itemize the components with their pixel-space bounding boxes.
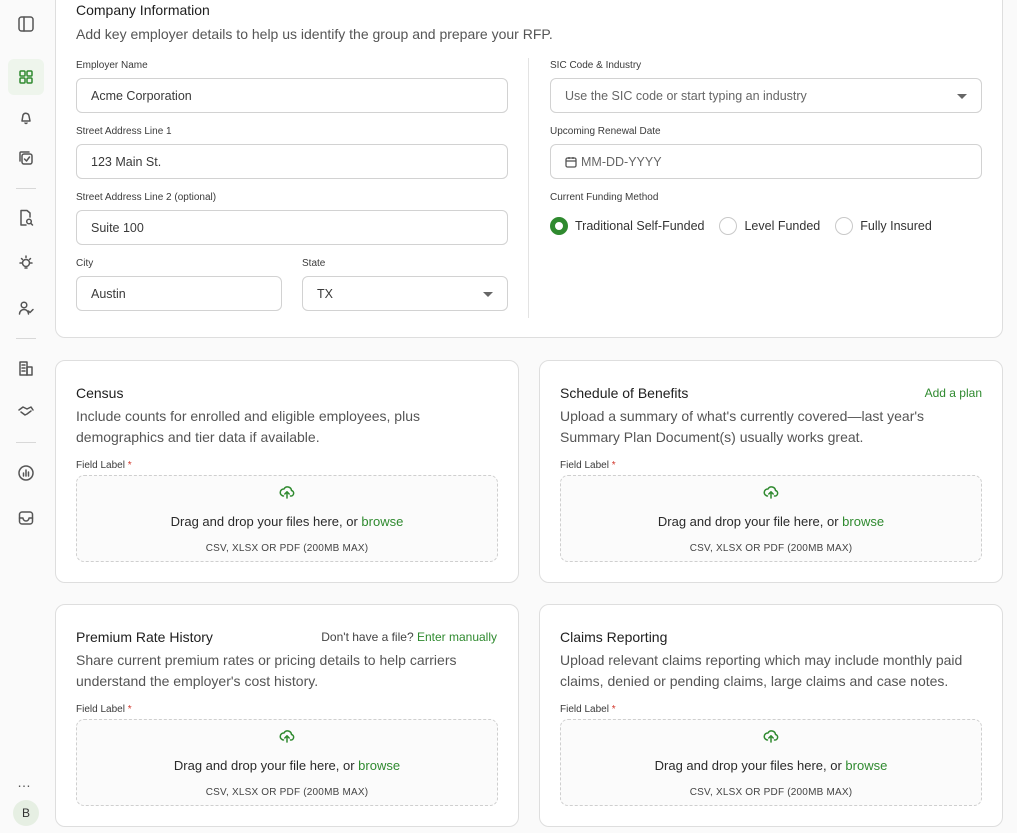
census-dropzone[interactable]: Drag and drop your files here, or browse… — [76, 475, 498, 562]
radio-traditional-self-funded[interactable]: Traditional Self-Funded — [550, 217, 704, 235]
enter-manually-prompt: Don't have a file? Enter manually — [321, 630, 497, 644]
company-information-description: Add key employer details to help us iden… — [76, 26, 553, 42]
census-file-hint: CSV, XLSX OR PDF (200MB MAX) — [205, 543, 369, 554]
funding-method-radio-group: Traditional Self-Funded Level Funded Ful… — [550, 217, 947, 235]
schedule-of-benefits-title: Schedule of Benefits — [560, 385, 689, 401]
sidebar: … B — [0, 0, 52, 833]
street-address-2-label: Street Address Line 2 (optional) — [76, 192, 217, 203]
street-address-1-label: Street Address Line 1 — [76, 126, 172, 137]
census-title: Census — [76, 385, 124, 401]
avatar[interactable]: B — [13, 800, 39, 826]
tasks-icon[interactable] — [8, 140, 44, 176]
upload-cloud-icon — [279, 486, 295, 499]
radio-indicator — [835, 217, 854, 235]
radio-label: Traditional Self-Funded — [575, 219, 705, 233]
radio-selected-indicator — [550, 217, 568, 235]
sic-code-label: SIC Code & Industry — [550, 60, 642, 71]
chevron-down-icon — [483, 292, 493, 297]
add-a-plan-link[interactable]: Add a plan — [925, 386, 982, 400]
chevron-down-icon — [957, 94, 967, 99]
sidebar-divider — [16, 188, 36, 189]
inbox-icon[interactable] — [8, 500, 44, 536]
browse-link[interactable]: browse — [361, 514, 403, 529]
radio-label: Fully Insured — [860, 219, 932, 233]
browse-link[interactable]: browse — [845, 758, 887, 773]
claims-reporting-title: Claims Reporting — [560, 629, 668, 645]
premium-rate-history-title: Premium Rate History — [76, 629, 213, 645]
premium-file-hint: CSV, XLSX OR PDF (200MB MAX) — [205, 787, 369, 798]
sob-field-label: Field Label * — [560, 460, 616, 471]
panel-toggle-icon[interactable] — [8, 6, 44, 42]
sidebar-divider — [16, 338, 36, 339]
sob-drop-text: Drag and drop your file here, or browse — [657, 514, 885, 529]
state-select[interactable]: TX — [302, 276, 508, 311]
claims-drop-text: Drag and drop your files here, or browse — [654, 758, 888, 773]
street-address-2-field[interactable]: Suite 100 — [76, 210, 508, 245]
employer-name-label: Employer Name — [76, 60, 148, 71]
building-icon[interactable] — [8, 350, 44, 386]
sidebar-divider — [16, 442, 36, 443]
premium-drop-text: Drag and drop your file here, or browse — [173, 758, 401, 773]
sic-code-placeholder: Use the SIC code or start typing an indu… — [565, 88, 807, 103]
radio-fully-insured[interactable]: Fully Insured — [835, 217, 932, 235]
premium-rate-history-description: Share current premium rates or pricing d… — [76, 652, 457, 689]
funding-method-label: Current Funding Method — [550, 192, 659, 203]
handshake-icon[interactable] — [8, 393, 44, 429]
upload-cloud-icon — [763, 486, 779, 499]
claims-reporting-dropzone[interactable]: Drag and drop your files here, or browse… — [560, 719, 982, 806]
lightbulb-icon[interactable] — [8, 245, 44, 281]
browse-link[interactable]: browse — [842, 514, 884, 529]
premium-rate-history-dropzone[interactable]: Drag and drop your file here, or browse … — [76, 719, 498, 806]
sic-code-select[interactable]: Use the SIC code or start typing an indu… — [550, 78, 982, 113]
radio-level-funded[interactable]: Level Funded — [719, 217, 820, 235]
state-label: State — [302, 258, 326, 269]
upload-cloud-icon — [279, 730, 295, 743]
radio-indicator — [719, 217, 738, 235]
renewal-date-placeholder: MM-DD-YYYY — [581, 154, 662, 169]
claims-reporting-description: Upload relevant claims reporting which m… — [560, 652, 963, 689]
enter-manually-link[interactable]: Enter manually — [417, 630, 497, 644]
document-search-icon[interactable] — [8, 200, 44, 236]
claims-file-hint: CSV, XLSX OR PDF (200MB MAX) — [689, 787, 853, 798]
claims-field-label: Field Label * — [560, 704, 616, 715]
dashboard-grid-icon[interactable] — [8, 59, 44, 95]
premium-field-label: Field Label * — [76, 704, 132, 715]
schedule-of-benefits-dropzone[interactable]: Drag and drop your file here, or browse … — [560, 475, 982, 562]
city-field[interactable]: Austin — [76, 276, 282, 311]
employer-name-field[interactable]: Acme Corporation — [76, 78, 508, 113]
upload-cloud-icon — [763, 730, 779, 743]
radio-label: Level Funded — [744, 219, 821, 233]
bell-icon[interactable] — [8, 100, 44, 136]
company-information-title: Company Information — [76, 2, 210, 18]
browse-link[interactable]: browse — [358, 758, 400, 773]
analytics-icon[interactable] — [8, 455, 44, 491]
calendar-icon — [565, 156, 577, 168]
more-icon[interactable]: … — [17, 774, 32, 790]
street-address-1-field[interactable]: 123 Main St. — [76, 144, 508, 179]
renewal-date-field[interactable]: MM-DD-YYYY — [550, 144, 982, 179]
census-field-label: Field Label * — [76, 460, 132, 471]
state-select-value: TX — [317, 286, 333, 301]
census-description: Include counts for enrolled and eligible… — [76, 408, 420, 445]
census-drop-text: Drag and drop your files here, or browse — [170, 514, 404, 529]
city-label: City — [76, 258, 94, 269]
sob-file-hint: CSV, XLSX OR PDF (200MB MAX) — [689, 543, 853, 554]
column-divider — [528, 58, 529, 318]
schedule-of-benefits-description: Upload a summary of what's currently cov… — [560, 408, 925, 445]
renewal-date-label: Upcoming Renewal Date — [550, 126, 661, 137]
users-icon[interactable] — [8, 290, 44, 326]
